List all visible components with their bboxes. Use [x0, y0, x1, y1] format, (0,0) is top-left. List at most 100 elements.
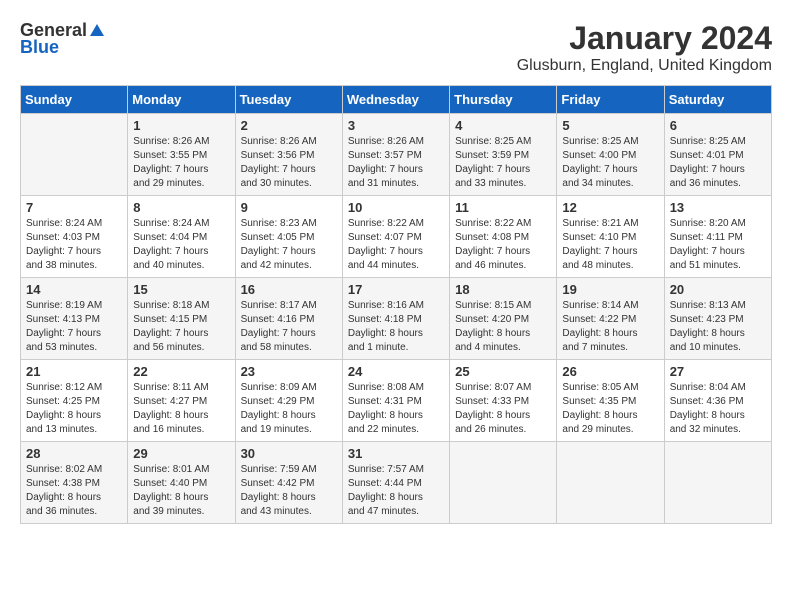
- calendar-cell: 5 Sunrise: 8:25 AM Sunset: 4:00 PM Daylig…: [557, 114, 664, 196]
- calendar-cell: 17 Sunrise: 8:16 AM Sunset: 4:18 PM Dayli…: [342, 278, 449, 360]
- day-info: Sunrise: 7:59 AM Sunset: 4:42 PM Dayligh…: [241, 463, 337, 519]
- page-title: January 2024: [517, 20, 772, 57]
- logo-icon: [88, 22, 106, 40]
- day-number: 26: [562, 364, 658, 379]
- header-friday: Friday: [557, 86, 664, 114]
- header-tuesday: Tuesday: [235, 86, 342, 114]
- calendar-cell: 1 Sunrise: 8:26 AM Sunset: 3:55 PM Daylig…: [128, 114, 235, 196]
- calendar-cell: 28 Sunrise: 8:02 AM Sunset: 4:38 PM Dayli…: [21, 442, 128, 524]
- calendar-cell: 6Sunrise: 8:25 AM Sunset: 4:01 PM Daylig…: [664, 114, 771, 196]
- day-info: Sunrise: 8:11 AM Sunset: 4:27 PM Dayligh…: [133, 381, 229, 437]
- calendar-cell: 22 Sunrise: 8:11 AM Sunset: 4:27 PM Dayli…: [128, 360, 235, 442]
- day-info: Sunrise: 8:26 AM Sunset: 3:56 PM Dayligh…: [241, 135, 337, 191]
- header-monday: Monday: [128, 86, 235, 114]
- calendar-cell: 21Sunrise: 8:12 AM Sunset: 4:25 PM Dayli…: [21, 360, 128, 442]
- header-sunday: Sunday: [21, 86, 128, 114]
- day-number: 30: [241, 446, 337, 461]
- day-info: Sunrise: 8:25 AM Sunset: 3:59 PM Dayligh…: [455, 135, 551, 191]
- calendar-cell: 26 Sunrise: 8:05 AM Sunset: 4:35 PM Dayli…: [557, 360, 664, 442]
- calendar-cell: [664, 442, 771, 524]
- day-number: 5: [562, 118, 658, 133]
- calendar-cell: 7Sunrise: 8:24 AM Sunset: 4:03 PM Daylig…: [21, 196, 128, 278]
- day-info: Sunrise: 8:14 AM Sunset: 4:22 PM Dayligh…: [562, 299, 658, 355]
- day-number: 8: [133, 200, 229, 215]
- day-number: 22: [133, 364, 229, 379]
- day-number: 11: [455, 200, 551, 215]
- calendar-cell: 30 Sunrise: 7:59 AM Sunset: 4:42 PM Dayli…: [235, 442, 342, 524]
- calendar-cell: 20 Sunrise: 8:13 AM Sunset: 4:23 PM Dayli…: [664, 278, 771, 360]
- day-number: 2: [241, 118, 337, 133]
- day-info: Sunrise: 8:16 AM Sunset: 4:18 PM Dayligh…: [348, 299, 444, 355]
- logo: General Blue: [20, 20, 107, 58]
- day-number: 1: [133, 118, 229, 133]
- calendar-cell: 16Sunrise: 8:17 AM Sunset: 4:16 PM Dayli…: [235, 278, 342, 360]
- day-info: Sunrise: 8:26 AM Sunset: 3:55 PM Dayligh…: [133, 135, 229, 191]
- calendar-table: SundayMondayTuesdayWednesdayThursdayFrid…: [20, 85, 772, 524]
- calendar-cell: 14 Sunrise: 8:19 AM Sunset: 4:13 PM Dayli…: [21, 278, 128, 360]
- day-number: 9: [241, 200, 337, 215]
- calendar-cell: [557, 442, 664, 524]
- week-row-3: 14 Sunrise: 8:19 AM Sunset: 4:13 PM Dayli…: [21, 278, 772, 360]
- day-info: Sunrise: 8:23 AM Sunset: 4:05 PM Dayligh…: [241, 217, 337, 273]
- header-saturday: Saturday: [664, 86, 771, 114]
- day-info: Sunrise: 8:18 AM Sunset: 4:15 PM Dayligh…: [133, 299, 229, 355]
- calendar-cell: [450, 442, 557, 524]
- page-subtitle: Glusburn, England, United Kingdom: [517, 57, 772, 75]
- calendar-cell: 9 Sunrise: 8:23 AM Sunset: 4:05 PM Daylig…: [235, 196, 342, 278]
- calendar-cell: 10 Sunrise: 8:22 AM Sunset: 4:07 PM Dayli…: [342, 196, 449, 278]
- day-number: 12: [562, 200, 658, 215]
- day-number: 4: [455, 118, 551, 133]
- day-number: 13: [670, 200, 766, 215]
- day-info: Sunrise: 8:09 AM Sunset: 4:29 PM Dayligh…: [241, 381, 337, 437]
- calendar-header-row: SundayMondayTuesdayWednesdayThursdayFrid…: [21, 86, 772, 114]
- day-number: 6: [670, 118, 766, 133]
- day-number: 14: [26, 282, 122, 297]
- calendar-cell: 12Sunrise: 8:21 AM Sunset: 4:10 PM Dayli…: [557, 196, 664, 278]
- calendar-cell: 4 Sunrise: 8:25 AM Sunset: 3:59 PM Daylig…: [450, 114, 557, 196]
- calendar-cell: 11 Sunrise: 8:22 AM Sunset: 4:08 PM Dayli…: [450, 196, 557, 278]
- day-info: Sunrise: 8:04 AM Sunset: 4:36 PM Dayligh…: [670, 381, 766, 437]
- calendar-cell: [21, 114, 128, 196]
- day-info: Sunrise: 8:22 AM Sunset: 4:08 PM Dayligh…: [455, 217, 551, 273]
- day-info: Sunrise: 8:13 AM Sunset: 4:23 PM Dayligh…: [670, 299, 766, 355]
- day-number: 29: [133, 446, 229, 461]
- day-info: Sunrise: 8:19 AM Sunset: 4:13 PM Dayligh…: [26, 299, 122, 355]
- day-number: 25: [455, 364, 551, 379]
- week-row-2: 7Sunrise: 8:24 AM Sunset: 4:03 PM Daylig…: [21, 196, 772, 278]
- day-info: Sunrise: 8:08 AM Sunset: 4:31 PM Dayligh…: [348, 381, 444, 437]
- day-info: Sunrise: 8:02 AM Sunset: 4:38 PM Dayligh…: [26, 463, 122, 519]
- day-number: 27: [670, 364, 766, 379]
- calendar-cell: 23 Sunrise: 8:09 AM Sunset: 4:29 PM Dayli…: [235, 360, 342, 442]
- calendar-cell: 15 Sunrise: 8:18 AM Sunset: 4:15 PM Dayli…: [128, 278, 235, 360]
- day-number: 21: [26, 364, 122, 379]
- day-number: 23: [241, 364, 337, 379]
- calendar-cell: 31 Sunrise: 7:57 AM Sunset: 4:44 PM Dayli…: [342, 442, 449, 524]
- day-info: Sunrise: 8:20 AM Sunset: 4:11 PM Dayligh…: [670, 217, 766, 273]
- calendar-cell: 18 Sunrise: 8:15 AM Sunset: 4:20 PM Dayli…: [450, 278, 557, 360]
- calendar-cell: 19 Sunrise: 8:14 AM Sunset: 4:22 PM Dayli…: [557, 278, 664, 360]
- calendar-cell: 2 Sunrise: 8:26 AM Sunset: 3:56 PM Daylig…: [235, 114, 342, 196]
- day-info: Sunrise: 8:15 AM Sunset: 4:20 PM Dayligh…: [455, 299, 551, 355]
- calendar-cell: 3Sunrise: 8:26 AM Sunset: 3:57 PM Daylig…: [342, 114, 449, 196]
- day-info: Sunrise: 8:17 AM Sunset: 4:16 PM Dayligh…: [241, 299, 337, 355]
- page-header: General Blue January 2024 Glusburn, Engl…: [20, 20, 772, 75]
- day-number: 31: [348, 446, 444, 461]
- week-row-1: 1 Sunrise: 8:26 AM Sunset: 3:55 PM Daylig…: [21, 114, 772, 196]
- day-number: 19: [562, 282, 658, 297]
- day-info: Sunrise: 8:01 AM Sunset: 4:40 PM Dayligh…: [133, 463, 229, 519]
- day-number: 17: [348, 282, 444, 297]
- day-info: Sunrise: 8:22 AM Sunset: 4:07 PM Dayligh…: [348, 217, 444, 273]
- day-number: 20: [670, 282, 766, 297]
- day-info: Sunrise: 8:25 AM Sunset: 4:00 PM Dayligh…: [562, 135, 658, 191]
- day-number: 10: [348, 200, 444, 215]
- header-wednesday: Wednesday: [342, 86, 449, 114]
- day-number: 15: [133, 282, 229, 297]
- day-info: Sunrise: 8:24 AM Sunset: 4:03 PM Dayligh…: [26, 217, 122, 273]
- day-info: Sunrise: 7:57 AM Sunset: 4:44 PM Dayligh…: [348, 463, 444, 519]
- day-info: Sunrise: 8:05 AM Sunset: 4:35 PM Dayligh…: [562, 381, 658, 437]
- day-number: 18: [455, 282, 551, 297]
- calendar-cell: 25Sunrise: 8:07 AM Sunset: 4:33 PM Dayli…: [450, 360, 557, 442]
- day-number: 28: [26, 446, 122, 461]
- calendar-cell: 24Sunrise: 8:08 AM Sunset: 4:31 PM Dayli…: [342, 360, 449, 442]
- header-thursday: Thursday: [450, 86, 557, 114]
